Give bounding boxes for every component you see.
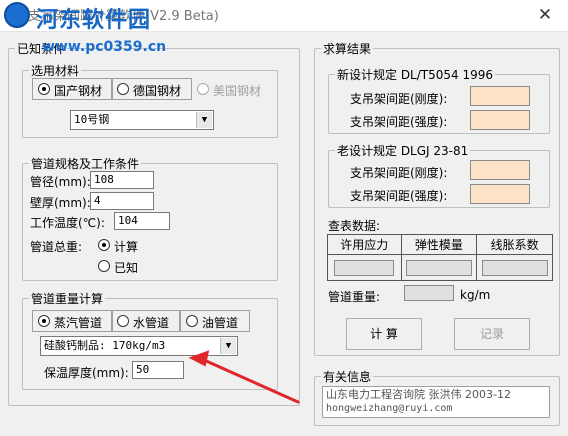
new-rigidity-output — [470, 86, 530, 106]
lookup-header: 弹性模量 — [400, 234, 478, 255]
close-button[interactable]: ✕ — [530, 4, 560, 26]
lookup-label: 查表数据: — [328, 219, 381, 233]
steel-grade-value: 10号钢 — [74, 113, 110, 126]
watermark-logo — [4, 2, 30, 28]
radio-domestic-steel[interactable] — [38, 83, 50, 95]
oil-pipe-label: 油管道 — [202, 316, 239, 330]
diameter-input[interactable]: 108 — [90, 171, 154, 189]
lookup-header: 许用应力 — [327, 234, 402, 255]
info-line-1: 山东电力工程咨询院 张洪伟 2003-12 — [326, 388, 511, 401]
temperature-input[interactable]: 104 — [114, 212, 170, 230]
german-steel-label: 德国钢材 — [133, 84, 182, 98]
new-strength-output — [470, 110, 530, 130]
new-spec-legend: 新设计规定 DL/T5054 1996 — [337, 68, 494, 82]
weight-known-label: 已知 — [114, 261, 139, 275]
pipe-spec-legend: 管道规格及工作条件 — [31, 157, 140, 171]
lookup-table: 许用应力 弹性模量 线胀系数 — [327, 234, 553, 281]
diameter-label: 管径(mm): — [30, 175, 91, 189]
calculate-button[interactable]: 计 算 — [346, 318, 422, 350]
temperature-label: 工作温度(℃): — [30, 216, 105, 230]
steel-grade-select[interactable]: 10号钢 ▼ — [70, 110, 214, 130]
lookup-cell — [327, 254, 402, 281]
pipe-weight-result-label: 管道重量: — [328, 290, 381, 304]
pipe-weight-output — [404, 285, 454, 301]
radio-oil-pipe[interactable] — [186, 315, 198, 327]
insulation-thickness-input[interactable]: 50 — [132, 361, 184, 379]
radio-weight-known[interactable] — [98, 260, 110, 272]
chevron-down-icon[interactable]: ▼ — [220, 338, 236, 354]
info-line-2: hongweizhang@ruyi.com — [326, 403, 453, 414]
radio-water-pipe[interactable] — [117, 315, 129, 327]
domestic-steel-label: 国产钢材 — [54, 84, 103, 98]
weight-calc-label: 计算 — [114, 240, 139, 254]
title-bar: 支吊架间距计算软件(V2.9 Beta) 河东软件园 ✕ — [0, 0, 568, 33]
radio-german-steel[interactable] — [117, 83, 129, 95]
new-strength-label: 支吊架间距(强度): — [350, 115, 448, 129]
insulation-value: 硅酸钙制品: 170kg/m3 — [44, 339, 166, 352]
total-weight-label: 管道总重: — [30, 240, 83, 254]
results-legend: 求算结果 — [323, 42, 372, 56]
watermark-title: 河东软件园 — [36, 8, 152, 33]
old-spec-legend: 老设计规定 DLGJ 23-81 — [337, 144, 469, 158]
steam-pipe-label: 蒸汽管道 — [54, 316, 103, 330]
old-strength-output — [470, 184, 530, 204]
table-row: 许用应力 弹性模量 线胀系数 — [327, 234, 553, 255]
old-rigidity-label: 支吊架间距(刚度): — [350, 166, 448, 180]
radio-us-steel — [197, 83, 209, 95]
thickness-input[interactable]: 4 — [90, 192, 154, 210]
thickness-label: 壁厚(mm): — [30, 196, 91, 210]
old-rigidity-output — [470, 160, 530, 180]
info-legend: 有关信息 — [323, 370, 372, 384]
info-textbox: 山东电力工程咨询院 张洪伟 2003-12 hongweizhang@ruyi.… — [322, 386, 550, 418]
water-pipe-label: 水管道 — [133, 316, 170, 330]
radio-steam-pipe[interactable] — [38, 315, 50, 327]
chevron-down-icon[interactable]: ▼ — [196, 112, 212, 128]
watermark-url: www.pc0359.cn — [42, 39, 167, 55]
pipe-weight-legend: 管道重量计算 — [31, 292, 104, 306]
table-row — [327, 254, 553, 281]
insulation-thickness-label: 保温厚度(mm): — [44, 366, 129, 380]
us-steel-label: 美国钢材 — [213, 84, 262, 98]
material-legend: 选用材料 — [31, 64, 80, 78]
old-strength-label: 支吊架间距(强度): — [350, 189, 448, 203]
pipe-weight-unit: kg/m — [460, 288, 491, 302]
lookup-cell — [476, 254, 553, 281]
radio-weight-calc[interactable] — [98, 239, 110, 251]
lookup-cell — [400, 254, 478, 281]
new-rigidity-label: 支吊架间距(刚度): — [350, 92, 448, 106]
insulation-select[interactable]: 硅酸钙制品: 170kg/m3 ▼ — [40, 336, 238, 356]
lookup-header: 线胀系数 — [476, 234, 553, 255]
record-button[interactable]: 记录 — [454, 318, 530, 350]
